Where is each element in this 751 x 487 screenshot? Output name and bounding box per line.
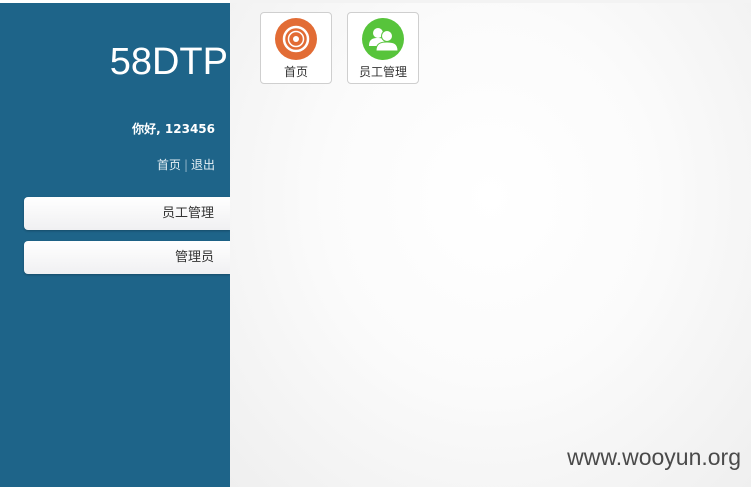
target-icon bbox=[275, 18, 317, 60]
user-links: 首页 | 退出 bbox=[157, 156, 215, 173]
logout-link[interactable]: 退出 bbox=[191, 158, 215, 172]
home-link[interactable]: 首页 bbox=[157, 158, 181, 172]
shortcut-home-label: 首页 bbox=[283, 65, 308, 79]
link-separator: | bbox=[183, 158, 188, 172]
shortcut-employee-management[interactable]: 员工管理 bbox=[347, 12, 419, 84]
shortcut-employee-management-label: 员工管理 bbox=[358, 65, 407, 79]
sidebar: 58DTP 你好, 123456 首页 | 退出 员工管理 管理员 bbox=[0, 3, 230, 487]
shortcut-home[interactable]: 首页 bbox=[260, 12, 332, 84]
sidebar-item-admin[interactable]: 管理员 bbox=[24, 241, 230, 274]
user-greeting: 你好, 123456 bbox=[132, 122, 215, 136]
sidebar-item-employee-management[interactable]: 员工管理 bbox=[24, 197, 230, 230]
watermark-text: www.wooyun.org bbox=[567, 444, 741, 470]
site-logo: 58DTP bbox=[109, 41, 228, 83]
users-icon bbox=[362, 18, 404, 60]
